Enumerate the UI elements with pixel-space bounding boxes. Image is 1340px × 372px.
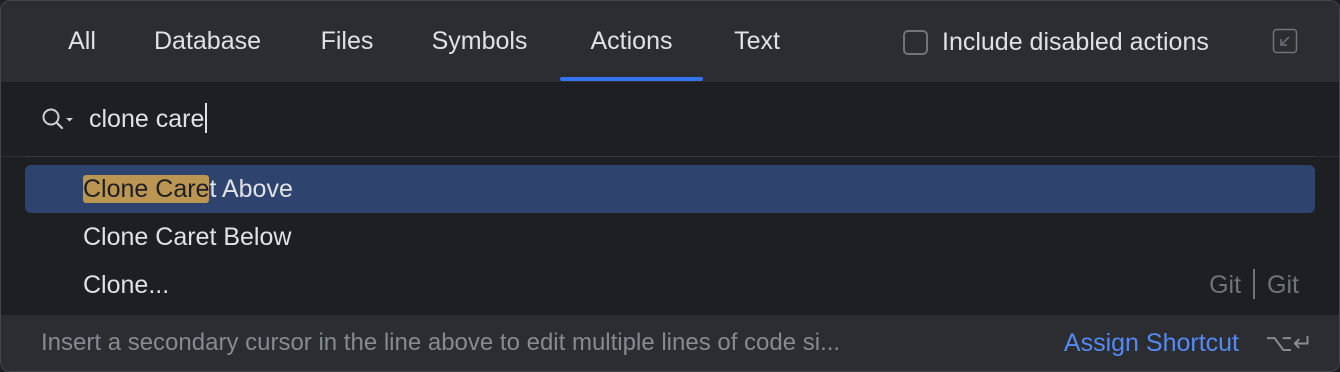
result-clone-caret-above[interactable]: Clone Caret Above	[25, 165, 1315, 213]
tab-database[interactable]: Database	[140, 1, 275, 82]
open-in-window-icon[interactable]	[1272, 28, 1298, 54]
search-bar[interactable]: clone care	[1, 82, 1339, 156]
text-cursor	[205, 103, 208, 133]
group-label: Git	[1267, 271, 1299, 299]
result-label: Clone...	[83, 271, 170, 299]
tab-files[interactable]: Files	[308, 1, 386, 82]
include-disabled-checkbox[interactable]	[903, 29, 928, 55]
include-disabled-actions-option[interactable]: Include disabled actions	[903, 27, 1209, 57]
result-label: Clone Caret Below	[83, 223, 292, 251]
tab-actions[interactable]: Actions	[560, 1, 703, 82]
search-query[interactable]: clone care	[89, 105, 204, 133]
result-label: Clone Caret Above	[83, 165, 293, 213]
tab-symbols[interactable]: Symbols	[417, 1, 542, 82]
result-label-rest: t Above	[209, 175, 293, 203]
include-disabled-label[interactable]: Include disabled actions	[942, 28, 1209, 57]
group-separator	[1253, 269, 1256, 299]
tab-bar: All Database Files Symbols Actions Text …	[1, 1, 1339, 82]
search-icon[interactable]	[41, 106, 77, 132]
result-clone[interactable]: Clone... Git Git	[25, 261, 1315, 309]
results-list: Clone Caret Above Clone Caret Below Clon…	[1, 157, 1339, 315]
footer: Insert a secondary cursor in the line ab…	[1, 315, 1339, 371]
assign-shortcut-link[interactable]: Assign Shortcut	[1064, 315, 1239, 371]
search-everywhere-popup: All Database Files Symbols Actions Text …	[0, 0, 1340, 372]
search-input[interactable]: clone care	[89, 82, 208, 156]
shortcut-keys: ⌥↵	[1265, 329, 1313, 357]
result-clone-caret-below[interactable]: Clone Caret Below	[25, 213, 1315, 261]
tab-text[interactable]: Text	[719, 1, 795, 82]
action-description: Insert a secondary cursor in the line ab…	[41, 329, 841, 356]
match-highlight: Clone Care	[83, 175, 210, 203]
tab-all[interactable]: All	[56, 1, 108, 82]
group-label: Git	[1209, 271, 1242, 299]
result-group: Git Git	[1209, 261, 1299, 309]
